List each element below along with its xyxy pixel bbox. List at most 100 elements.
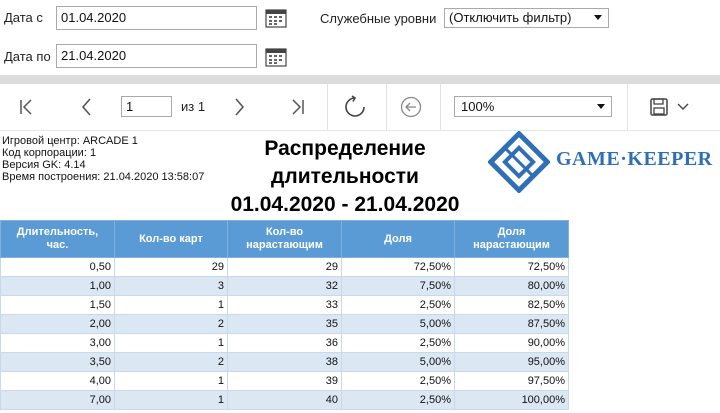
report-title-line1: Распределение (264, 137, 426, 160)
report-period: 01.04.2020 - 21.04.2020 (230, 193, 460, 216)
cell-card-count-cumulative: 39 (227, 371, 342, 391)
logo-text: GAME·KEEPER (556, 148, 713, 170)
page-number-input[interactable]: 1 (121, 96, 172, 117)
meta-gk-version: Версия GK: 4.14 (2, 159, 86, 171)
cell-card-count-cumulative: 40 (227, 390, 342, 410)
cell-duration: 3,00 (0, 333, 115, 353)
table-row: 0,50 29 29 72,50% 72,50% (0, 257, 569, 277)
table-row: 3,50 2 38 5,00% 95,00% (0, 352, 569, 372)
cell-card-count-cumulative: 35 (227, 314, 342, 334)
cell-card-count: 1 (114, 390, 228, 410)
refresh-button[interactable] (340, 92, 370, 122)
date-to-calendar-icon[interactable] (265, 47, 287, 72)
cell-card-count-cumulative: 33 (227, 295, 342, 315)
cell-duration: 2,00 (0, 314, 115, 334)
toolbar-divider (327, 84, 328, 130)
report-toolbar: 1 из 1 100% (0, 84, 720, 131)
report-title: Распределение длительности 01.04.2020 - … (200, 135, 490, 219)
save-button[interactable] (644, 92, 674, 122)
cell-duration: 1,50 (0, 295, 115, 315)
date-to-label: Дата по (4, 49, 51, 64)
first-page-button[interactable] (12, 92, 42, 122)
date-from-label: Дата с (4, 10, 43, 25)
service-levels-label: Служебные уровни (320, 11, 437, 26)
column-header-card-count-cumulative[interactable]: Кол-во нарастающим (227, 220, 342, 258)
back-arrow-icon (400, 96, 422, 118)
cell-card-count: 2 (114, 314, 228, 334)
chevron-down-icon (597, 104, 605, 109)
table-row: 4,00 1 39 2,50% 97,50% (0, 371, 569, 391)
zoom-select[interactable]: 100% (454, 96, 612, 117)
cell-share-cumulative: 90,00% (454, 333, 569, 353)
cell-share-cumulative: 80,00% (454, 276, 569, 296)
meta-build-time: Время построения: 21.04.2020 13:58:07 (2, 171, 205, 183)
separator-band (0, 75, 720, 84)
cell-share: 5,00% (341, 314, 455, 334)
cell-share: 2,50% (341, 333, 455, 353)
meta-game-center: Игровой центр: ARCADE 1 (2, 135, 138, 147)
cell-share: 2,50% (341, 295, 455, 315)
date-to-input[interactable]: 21.04.2020 (56, 44, 257, 68)
column-header-card-count[interactable]: Кол-во карт (114, 220, 228, 258)
cell-share-cumulative: 82,50% (454, 295, 569, 315)
cell-share-cumulative: 97,50% (454, 371, 569, 391)
duration-distribution-table: Длительность, час. Кол-во карт Кол-во на… (0, 220, 569, 410)
cell-share-cumulative: 87,50% (454, 314, 569, 334)
cell-share: 2,50% (341, 390, 455, 410)
page-count: из 1 (181, 99, 206, 114)
table-row: 2,00 2 35 5,00% 87,50% (0, 314, 569, 334)
table-row: 3,00 1 36 2,50% 90,00% (0, 333, 569, 353)
cell-card-count: 1 (114, 295, 228, 315)
cell-card-count: 29 (114, 257, 228, 277)
cell-card-count-cumulative: 36 (227, 333, 342, 353)
date-from-calendar-icon[interactable] (265, 8, 287, 33)
zoom-value: 100% (461, 99, 495, 114)
toolbar-divider (386, 84, 387, 130)
cell-duration: 3,50 (0, 352, 115, 372)
table-row: 7,00 1 40 2,50% 100,00% (0, 390, 569, 410)
cell-card-count: 3 (114, 276, 228, 296)
save-icon (650, 98, 668, 116)
cell-duration: 0,50 (0, 257, 115, 277)
cell-card-count: 1 (114, 333, 228, 353)
cell-share-cumulative: 100,00% (454, 390, 569, 410)
last-page-button[interactable] (282, 92, 312, 122)
refresh-icon (345, 95, 365, 117)
gamekeeper-logo: GAME·KEEPER (488, 131, 720, 193)
cell-share-cumulative: 95,00% (454, 352, 569, 372)
chevron-down-icon (677, 103, 689, 110)
service-levels-select[interactable]: (Отключить фильтр) (444, 8, 609, 28)
first-page-icon (20, 99, 32, 115)
report-title-line2: длительности (271, 165, 419, 188)
date-from-input[interactable]: 01.04.2020 (56, 6, 257, 30)
cell-share: 72,50% (341, 257, 455, 277)
table-header-row: Длительность, час. Кол-во карт Кол-во на… (0, 220, 569, 258)
cell-card-count: 1 (114, 371, 228, 391)
chevron-down-icon (594, 15, 602, 20)
back-button[interactable] (396, 92, 426, 122)
cell-share: 2,50% (341, 371, 455, 391)
last-page-icon (292, 99, 304, 115)
logo-mark-icon (488, 131, 550, 193)
cell-card-count-cumulative: 38 (227, 352, 342, 372)
cell-share-cumulative: 72,50% (454, 257, 569, 277)
save-options-button[interactable] (672, 92, 694, 122)
next-page-button[interactable] (224, 92, 254, 122)
column-header-duration[interactable]: Длительность, час. (0, 220, 115, 258)
report-meta: Игровой центр: ARCADE 1 Код корпорации: … (2, 135, 204, 183)
cell-share: 7,50% (341, 276, 455, 296)
meta-corporation-code: Код корпорации: 1 (2, 147, 97, 159)
cell-card-count: 2 (114, 352, 228, 372)
chevron-left-icon (81, 98, 91, 116)
toolbar-divider (627, 84, 628, 130)
prev-page-button[interactable] (72, 92, 102, 122)
table-row: 1,00 3 32 7,50% 80,00% (0, 276, 569, 296)
cell-duration: 1,00 (0, 276, 115, 296)
service-levels-value: (Отключить фильтр) (449, 10, 572, 25)
column-header-share-cumulative[interactable]: Доля нарастающим (454, 220, 569, 258)
table-row: 1,50 1 33 2,50% 82,50% (0, 295, 569, 315)
column-header-share[interactable]: Доля (341, 220, 455, 258)
toolbar-divider (440, 84, 441, 130)
chevron-right-icon (235, 98, 245, 116)
cell-card-count-cumulative: 32 (227, 276, 342, 296)
